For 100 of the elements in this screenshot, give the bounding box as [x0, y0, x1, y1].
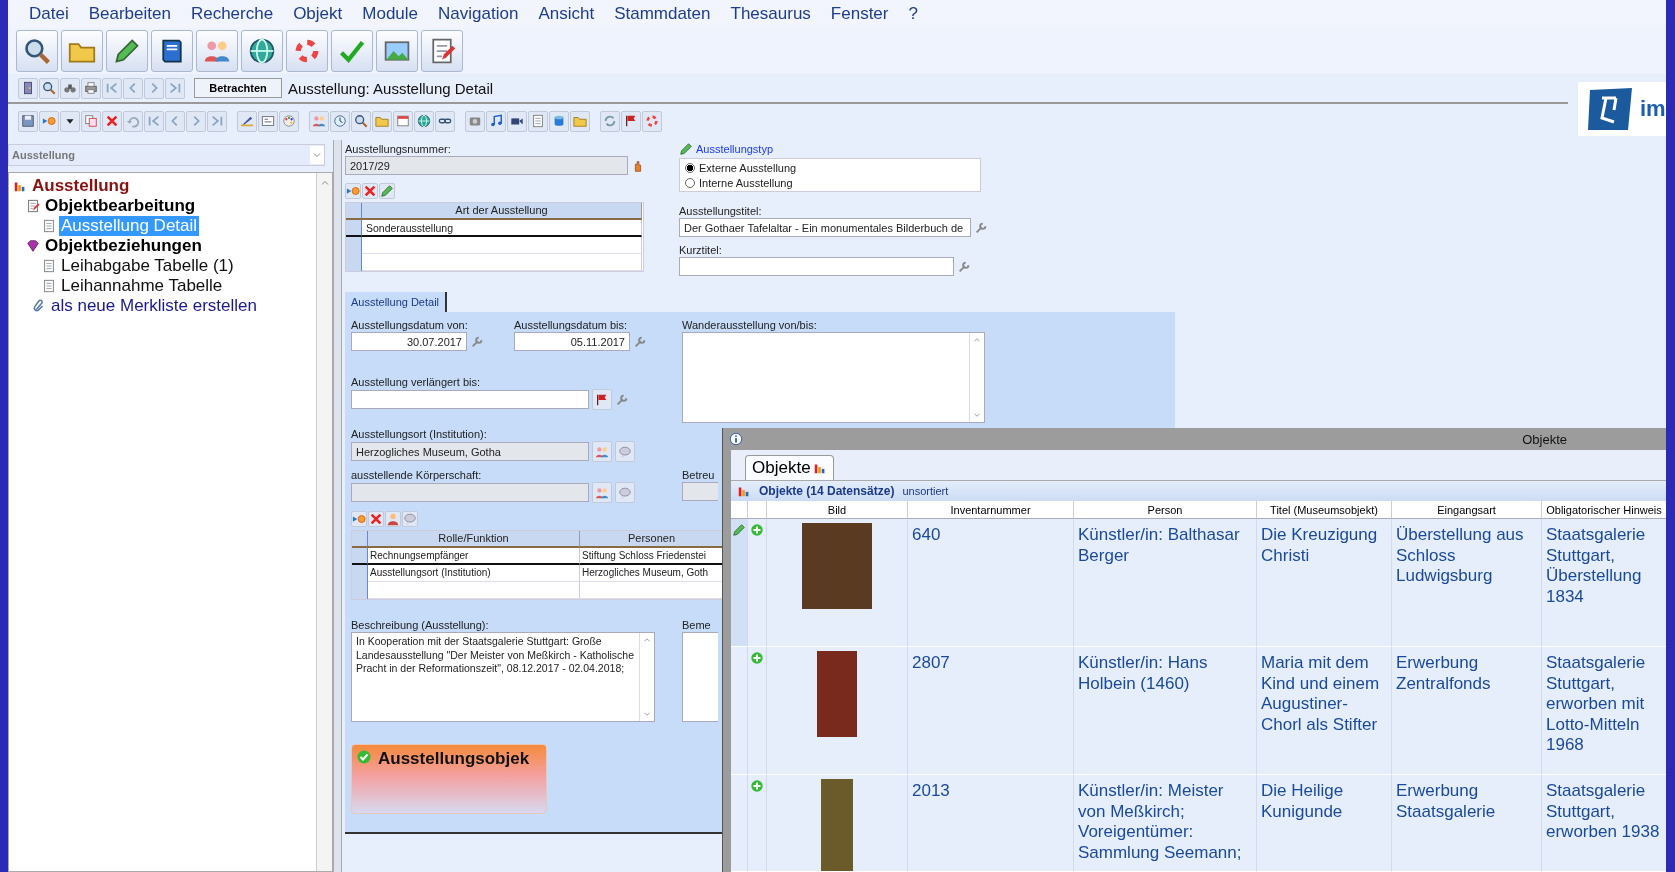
- radio-button[interactable]: [685, 162, 695, 173]
- wrench-icon: [470, 334, 484, 349]
- row-header-cell[interactable]: [346, 237, 362, 254]
- table-cell: Erwerbung Zentralfonds: [1392, 647, 1542, 775]
- flag-icon: [624, 114, 638, 128]
- number-field[interactable]: 2017/29: [345, 156, 628, 175]
- door-icon: [21, 81, 35, 95]
- short-title-field[interactable]: [679, 257, 954, 276]
- date-field[interactable]: 30.07.2017: [351, 332, 467, 351]
- tab[interactable]: Objekte: [745, 455, 834, 480]
- toolbar-button[interactable]: [151, 30, 193, 72]
- row-header-cell[interactable]: [352, 565, 368, 582]
- text-area[interactable]: [682, 332, 985, 423]
- music-icon: [489, 114, 503, 128]
- row-marker-cell[interactable]: [731, 775, 748, 872]
- row-header-cell: [352, 531, 368, 548]
- field-label: Ausstellungsort (Institution):: [351, 427, 487, 441]
- menu-item[interactable]: Module: [352, 4, 429, 24]
- menu-item[interactable]: Navigation: [428, 4, 529, 24]
- toolbar-button[interactable]: [507, 110, 527, 132]
- field-label: ausstellende Körperschaft:: [351, 468, 483, 482]
- toolbar-button[interactable]: [106, 30, 148, 72]
- toolbar-button[interactable]: [241, 30, 283, 72]
- toolbar-button[interactable]: [592, 389, 612, 410]
- supervisor-field[interactable]: [682, 482, 718, 501]
- row-header-cell[interactable]: [346, 254, 362, 271]
- menu-item[interactable]: ?: [898, 4, 928, 24]
- row-marker-cell[interactable]: [731, 647, 748, 775]
- toolbar-button[interactable]: [39, 77, 59, 99]
- tree-item[interactable]: Leihannahme Tabelle: [59, 276, 225, 296]
- column-header[interactable]: Titel (Museumsobjekt): [1257, 501, 1392, 519]
- info-icon: [729, 432, 743, 446]
- pencil-icon: [380, 184, 394, 198]
- card-icon: [261, 114, 275, 128]
- field-label: Ausstellungstitel:: [679, 204, 763, 218]
- scrollbar[interactable]: [316, 173, 332, 871]
- table-cell: Maria mit dem Kind und einem Augustiner-Chorl als Stifter: [1257, 647, 1392, 775]
- radio-label[interactable]: Interne Ausstellung: [699, 176, 793, 189]
- column-header[interactable]: Bild: [767, 501, 908, 519]
- menu-item[interactable]: Stammdaten: [604, 4, 721, 24]
- mode-button[interactable]: Betrachten: [194, 78, 282, 98]
- globe-icon: [417, 114, 431, 128]
- record-count: Objekte (14 Datensätze): [759, 484, 895, 498]
- undo-icon: [126, 114, 140, 128]
- printer-icon: [84, 81, 98, 95]
- search-icon: [354, 114, 368, 128]
- cross-icon: [369, 512, 383, 526]
- menu-item[interactable]: Objekt: [283, 4, 353, 24]
- search-icon: [23, 37, 51, 65]
- radio-label[interactable]: Externe Ausstellung: [699, 161, 797, 174]
- globe-icon: [248, 37, 276, 65]
- menu-item[interactable]: Thesaurus: [720, 4, 821, 24]
- menu-item[interactable]: Ansicht: [528, 4, 605, 24]
- date-field[interactable]: 05.11.2017: [514, 332, 630, 351]
- toolbar-button[interactable]: [435, 110, 455, 132]
- menu-item[interactable]: Fenster: [820, 4, 899, 24]
- column-header[interactable]: Eingangsart: [1392, 501, 1542, 519]
- title-field[interactable]: Der Gothaer Tafelaltar - Ein monumentales Bilderbuch de: [679, 218, 971, 237]
- row-header-cell[interactable]: [352, 582, 368, 599]
- organizer-field[interactable]: [351, 483, 589, 502]
- row-marker-cell[interactable]: [731, 519, 748, 647]
- column-header[interactable]: Person: [1074, 501, 1257, 519]
- arrow-dot-icon: [352, 512, 366, 526]
- tree-item[interactable]: Objektbeziehungen: [43, 236, 204, 256]
- toolbar-button[interactable]: [421, 30, 463, 72]
- lifebuoy-icon: [293, 37, 321, 65]
- toolbar-button[interactable]: [18, 77, 38, 99]
- menu-item[interactable]: Datei: [19, 4, 79, 24]
- wrench-icon: [957, 259, 971, 274]
- column-header[interactable]: Inventarnummer: [908, 501, 1074, 519]
- type-label[interactable]: Ausstellungstyp: [696, 143, 774, 155]
- toolbar-button[interactable]: [16, 30, 58, 72]
- add-icon[interactable]: [750, 523, 764, 537]
- menu-item[interactable]: Bearbeiten: [78, 4, 181, 24]
- description-text-area[interactable]: In Kooperation mit der Staatsgalerie Stuttgart: Große Landesausstellung "Der Meister von Meßkirch - Katholische Pracht in der Reformationszeit", 08.12.2017 - 02.04.2018;: [351, 632, 655, 722]
- venue-field[interactable]: Herzogliches Museum, Gotha: [351, 442, 589, 461]
- tree-item[interactable]: Leihabgabe Tabelle (1): [59, 256, 236, 276]
- menu-item[interactable]: Recherche: [180, 4, 284, 24]
- toolbar-button[interactable]: [60, 110, 80, 132]
- row-header-cell[interactable]: [346, 220, 362, 237]
- tree-item[interactable]: Objektbearbeitung: [43, 196, 198, 216]
- exhibition-objects-button[interactable]: Ausstellungsobjek: [351, 744, 547, 814]
- toolbar-button[interactable]: [621, 110, 641, 132]
- row-header-cell[interactable]: [352, 548, 368, 565]
- view-selector[interactable]: Ausstellung: [8, 144, 325, 166]
- radio-button[interactable]: [685, 177, 695, 188]
- date-field[interactable]: [351, 390, 589, 409]
- add-icon[interactable]: [750, 779, 764, 793]
- tree-item[interactable]: Ausstellung: [30, 176, 132, 196]
- toolbar-button[interactable]: [376, 30, 418, 72]
- remarks-text-area[interactable]: [682, 632, 718, 722]
- row-header-cell: [346, 203, 362, 220]
- column-header[interactable]: Obligatorischer Hinweis: [1542, 501, 1666, 519]
- people-icon: [595, 485, 609, 500]
- toolbar-button[interactable]: [351, 110, 371, 132]
- people-icon: [595, 444, 609, 459]
- tab[interactable]: Ausstellung Detail: [345, 292, 448, 312]
- table-cell: Erwerbung Staatsgalerie: [1392, 775, 1542, 872]
- add-icon[interactable]: [750, 651, 764, 665]
- tree-item[interactable]: als neue Merkliste erstellen: [49, 296, 259, 316]
